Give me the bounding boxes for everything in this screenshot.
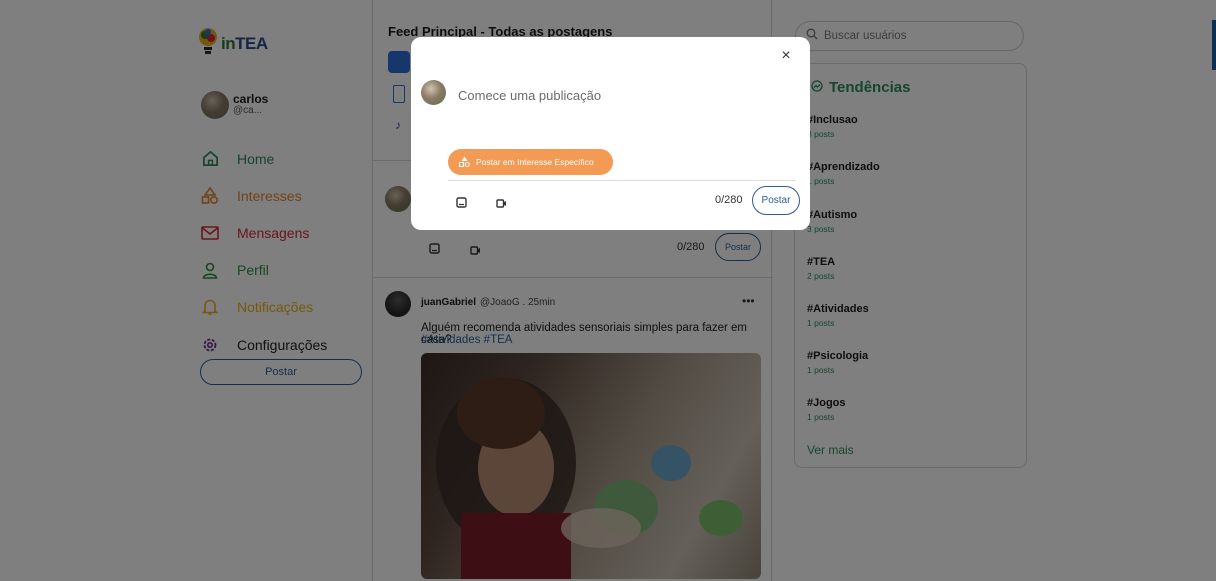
divider xyxy=(448,180,796,181)
new-post-modal: × Postar em Interesse Específico 0/280 P… xyxy=(411,37,810,230)
modal-post-button[interactable]: Postar xyxy=(752,186,800,215)
page: inTEA carlos @ca... Home Interesses Mens… xyxy=(0,0,1216,581)
image-upload-icon[interactable] xyxy=(456,195,467,213)
avatar xyxy=(421,80,446,105)
character-counter: 0/280 xyxy=(715,194,743,206)
post-to-interest-button[interactable]: Postar em Interesse Específico xyxy=(448,149,613,175)
close-icon[interactable]: × xyxy=(779,48,793,64)
interests-shapes-icon xyxy=(458,156,470,169)
post-text-input[interactable] xyxy=(458,85,788,105)
video-upload-icon[interactable] xyxy=(496,195,507,213)
